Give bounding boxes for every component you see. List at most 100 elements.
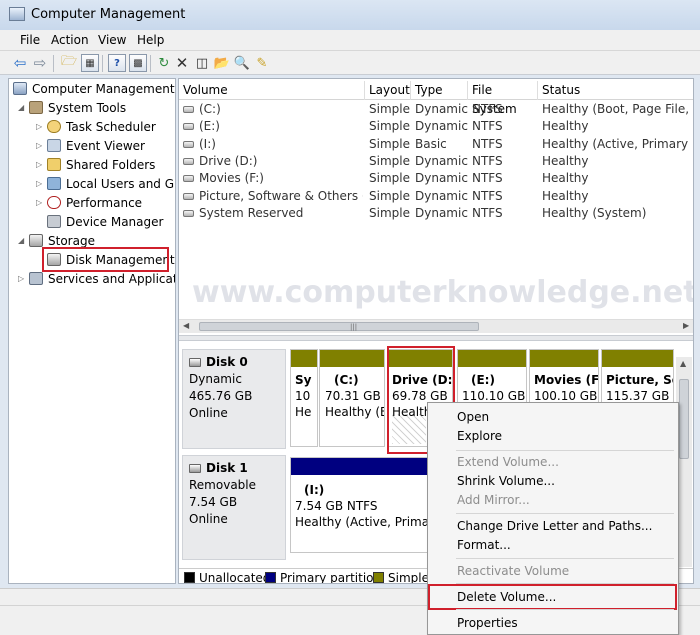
- expand-arrow-icon[interactable]: ▷: [36, 175, 42, 193]
- cell-fs: NTFS: [472, 188, 538, 205]
- partition-name: (C:): [334, 373, 359, 387]
- scrollbar-thumb[interactable]: [679, 379, 689, 459]
- tree-item-event-viewer[interactable]: Event Viewer: [47, 137, 145, 155]
- tree-item-performance[interactable]: Performance: [47, 194, 142, 212]
- column-layout[interactable]: Layout: [365, 81, 411, 100]
- menu-file[interactable]: File: [20, 33, 40, 47]
- cell-volume: Movies (F:): [183, 170, 363, 187]
- cell-text: Dynamic: [415, 153, 468, 168]
- horizontal-scrollbar[interactable]: ◀ ||| ▶: [179, 319, 693, 333]
- scroll-up-icon[interactable]: ▲: [680, 359, 686, 368]
- menu-format[interactable]: Format...: [457, 536, 511, 554]
- table-row[interactable]: (I:) Simple Basic NTFS Healthy (Active, Prim…: [179, 136, 693, 153]
- cell-text: Movies (F:): [199, 171, 264, 186]
- cell-text: NTFS: [472, 205, 503, 220]
- expand-arrow-icon[interactable]: ▷: [36, 118, 42, 136]
- cell-status: Healthy: [542, 153, 693, 170]
- cell-text: Dynamic: [415, 102, 468, 116]
- pane-splitter[interactable]: [179, 335, 693, 341]
- collapse-arrow-icon[interactable]: ◢: [18, 232, 24, 250]
- expand-arrow-icon[interactable]: ▷: [18, 270, 24, 288]
- menu-explore[interactable]: Explore: [457, 427, 502, 445]
- cell-text: Basic: [415, 136, 447, 151]
- disk-1-status: Online: [189, 512, 228, 526]
- cell-text: Healthy (System): [542, 205, 647, 220]
- scroll-right-icon[interactable]: ▶: [683, 321, 689, 330]
- table-row[interactable]: (C:) Simple Dynamic NTFS Healthy (Boot, Page…: [179, 101, 693, 118]
- partition-system-reserved[interactable]: Sy 10 He: [290, 349, 318, 447]
- menu-action[interactable]: Action: [51, 33, 89, 47]
- properties-icon[interactable]: ◫: [193, 54, 211, 72]
- cell-text: Picture, Software & Others (G:): [199, 188, 363, 203]
- disk-0-info[interactable]: Disk 0 Dynamic 465.76 GB Online: [182, 349, 286, 449]
- search-icon[interactable]: 🔍: [233, 54, 251, 72]
- show-hide-tree-icon[interactable]: ▦: [81, 54, 99, 72]
- context-menu: Open Explore Extend Volume... Shrink Vol…: [427, 402, 679, 635]
- cell-text: NTFS: [472, 171, 503, 186]
- cell-text: Drive (D:): [199, 153, 258, 168]
- expand-arrow-icon[interactable]: ▷: [36, 137, 42, 155]
- cell-fs: NTFS: [472, 170, 538, 187]
- cell-text: Healthy (Active, Primary Part: [542, 136, 693, 151]
- expand-arrow-icon[interactable]: ▷: [36, 156, 42, 174]
- refresh-icon[interactable]: ↻: [155, 54, 173, 72]
- console-icon[interactable]: ▩: [129, 54, 147, 72]
- partition-name: (I:): [304, 483, 325, 497]
- table-row[interactable]: (E:) Simple Dynamic NTFS Healthy: [179, 118, 693, 135]
- volume-icon: [183, 192, 194, 200]
- table-row[interactable]: System Reserved Simple Dynamic NTFS Healthy …: [179, 205, 693, 222]
- menu-properties[interactable]: Properties: [457, 614, 518, 632]
- back-icon[interactable]: ⇦: [11, 54, 29, 72]
- table-row[interactable]: Drive (D:) Simple Dynamic NTFS Healthy: [179, 153, 693, 170]
- title-bar[interactable]: Computer Management: [0, 0, 700, 30]
- cell-text: Simple: [369, 119, 410, 134]
- cell-text: (I:): [199, 136, 216, 151]
- partition-name: (E:): [471, 373, 495, 387]
- disk-icon: [189, 464, 201, 473]
- column-status[interactable]: Status: [538, 81, 693, 100]
- scrollbar-thumb[interactable]: |||: [199, 322, 479, 331]
- column-file-system[interactable]: File System: [468, 81, 538, 116]
- tree-item-services[interactable]: Services and Application: [29, 270, 175, 288]
- partition-size: 7.54 GB NTFS: [295, 499, 378, 513]
- menu-open[interactable]: Open: [457, 408, 489, 426]
- scroll-left-icon[interactable]: ◀: [183, 321, 189, 330]
- collapse-arrow-icon[interactable]: ◢: [18, 99, 24, 117]
- clock-icon: [47, 120, 61, 133]
- table-row[interactable]: Movies (F:) Simple Dynamic NTFS Healthy: [179, 170, 693, 187]
- cell-volume: (C:): [183, 101, 363, 118]
- tree-item-device-manager[interactable]: Device Manager: [47, 213, 163, 231]
- partition-name: Sy: [295, 373, 312, 387]
- tree-item-local-users[interactable]: Local Users and Gro: [47, 175, 176, 193]
- menu-extend-volume: Extend Volume...: [457, 455, 559, 469]
- cell-text: System Reserved: [199, 205, 304, 220]
- menu-shrink-volume[interactable]: Shrink Volume...: [457, 472, 555, 490]
- column-type[interactable]: Type: [411, 81, 468, 100]
- tree-root[interactable]: Computer Management (L: [13, 80, 175, 98]
- tree-item-label: Local Users and Gro: [66, 177, 176, 191]
- disk-1-info[interactable]: Disk 1 Removable 7.54 GB Online: [182, 455, 286, 560]
- table-row[interactable]: Picture, Software & Others (G:) Simple Dyn…: [179, 188, 693, 205]
- column-volume[interactable]: Volume: [179, 81, 365, 100]
- cell-text: Simple: [369, 171, 410, 186]
- up-folder-icon[interactable]: 🗁: [60, 54, 78, 72]
- volume-icon: [183, 106, 194, 113]
- tree-item-system-tools[interactable]: System Tools: [29, 99, 126, 117]
- help-icon[interactable]: ?: [108, 54, 126, 72]
- partition-c[interactable]: (C:) 70.31 GB N Healthy (B: [319, 349, 385, 447]
- expand-arrow-icon[interactable]: ▷: [36, 194, 42, 212]
- volume-icon: [183, 123, 194, 131]
- tree-item-task-scheduler[interactable]: Task Scheduler: [47, 118, 156, 136]
- open-folder-icon[interactable]: 📂: [213, 54, 231, 72]
- toolbar: ⇦ ⇨ 🗁 ▦ ? ▩ ↻ ✕ ◫ 📂 🔍 ✎: [0, 51, 700, 75]
- users-icon: [47, 177, 61, 190]
- menu-help[interactable]: Help: [137, 33, 164, 47]
- cell-text: Dynamic: [415, 171, 468, 186]
- menu-view[interactable]: View: [98, 33, 126, 47]
- menu-change-drive-letter[interactable]: Change Drive Letter and Paths...: [457, 517, 652, 535]
- tree-item-shared-folders[interactable]: Shared Folders: [47, 156, 155, 174]
- forward-icon[interactable]: ⇨: [31, 54, 49, 72]
- wizard-icon[interactable]: ✎: [253, 54, 271, 72]
- watermark: www.computerknowledge.net: [192, 275, 694, 310]
- delete-icon[interactable]: ✕: [173, 54, 191, 72]
